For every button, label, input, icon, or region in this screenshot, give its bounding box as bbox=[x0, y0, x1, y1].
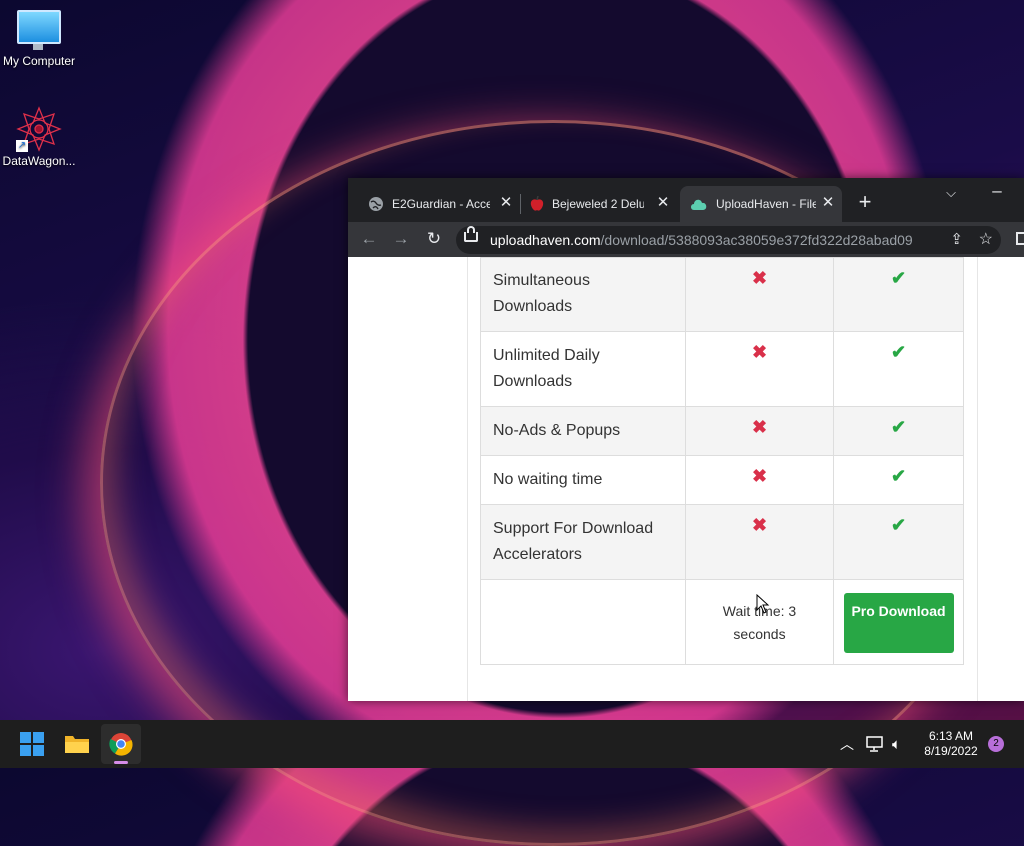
cross-icon: ✖ bbox=[751, 466, 768, 486]
cross-icon: ✖ bbox=[751, 417, 768, 437]
pro-download-cell: Pro Download bbox=[833, 579, 964, 665]
pro-cell: ✔ bbox=[833, 504, 964, 580]
apple-icon bbox=[530, 196, 544, 211]
cloud-icon bbox=[691, 199, 707, 210]
back-arrow-icon[interactable]: ← bbox=[358, 228, 380, 250]
pro-cell: ✔ bbox=[833, 455, 964, 505]
bookmark-star-icon[interactable]: ☆ bbox=[979, 229, 993, 249]
lock-icon bbox=[464, 226, 478, 242]
pro-cell: ✔ bbox=[833, 257, 964, 332]
desktop-icon-label: DataWagon... bbox=[2, 154, 76, 168]
new-tab-button[interactable]: + bbox=[854, 191, 876, 213]
check-icon: ✔ bbox=[890, 417, 907, 437]
tab-search-chevron-icon[interactable]: ⌵ bbox=[940, 182, 962, 204]
clock-date: 8/19/2022 bbox=[924, 744, 978, 758]
check-icon: ✔ bbox=[890, 466, 907, 486]
address-bar[interactable]: uploadhaven.com/download/5388093ac38059e… bbox=[456, 226, 1001, 254]
url-path: /download/5388093ac38059e372fd322d28abad… bbox=[600, 232, 913, 248]
check-icon: ✔ bbox=[890, 342, 907, 362]
table-row: Simultaneous Downloads ✖ ✔ bbox=[480, 257, 964, 332]
windows-logo-icon bbox=[20, 732, 44, 756]
pro-cell: ✔ bbox=[833, 331, 964, 407]
table-row: No waiting time ✖ ✔ bbox=[480, 455, 964, 505]
browser-window: E2Guardian - Acce ✕ Bejeweled 2 Delux ✕ … bbox=[348, 178, 1024, 701]
table-row: No-Ads & Popups ✖ ✔ bbox=[480, 406, 964, 456]
feature-cell: No waiting time bbox=[480, 455, 686, 505]
close-tab-icon[interactable]: ✕ bbox=[655, 195, 671, 211]
tab-title: E2Guardian - Acce bbox=[392, 197, 490, 211]
feature-cell: No-Ads & Popups bbox=[480, 406, 686, 456]
table-row: Support For Download Accelerators ✖ ✔ bbox=[480, 504, 964, 580]
feature-cell: Simultaneous Downloads bbox=[480, 257, 686, 332]
feature-cell: Support For Download Accelerators bbox=[480, 504, 686, 580]
show-hidden-icons-chevron-icon[interactable]: ︿ bbox=[840, 720, 854, 768]
url-domain: uploadhaven.com bbox=[490, 232, 601, 248]
check-icon: ✔ bbox=[890, 515, 907, 535]
network-icon[interactable] bbox=[866, 720, 886, 768]
comparison-table: Simultaneous Downloads ✖ ✔ Unlimited Dai… bbox=[480, 257, 964, 665]
monitor-icon bbox=[17, 10, 61, 50]
table-row: Unlimited Daily Downloads ✖ ✔ bbox=[480, 331, 964, 407]
shortcut-arrow-icon: ↗ bbox=[16, 140, 28, 152]
datawagon-icon: ↗ bbox=[16, 106, 62, 152]
close-tab-icon[interactable]: ✕ bbox=[820, 195, 836, 211]
start-button[interactable] bbox=[12, 724, 52, 764]
desktop-icon-my-computer[interactable]: My Computer bbox=[0, 10, 81, 68]
pro-cell: ✔ bbox=[833, 406, 964, 456]
browser-toolbar: ← → ↻ uploadhaven.com/download/5388093ac… bbox=[348, 222, 1024, 257]
feature-cell: Unlimited Daily Downloads bbox=[480, 331, 686, 407]
file-explorer-button[interactable] bbox=[57, 724, 97, 764]
close-tab-icon[interactable]: ✕ bbox=[498, 195, 514, 211]
clock-time: 6:13 AM bbox=[928, 729, 974, 743]
free-cell: ✖ bbox=[685, 257, 834, 332]
check-icon: ✔ bbox=[890, 268, 907, 288]
globe-icon bbox=[369, 197, 383, 211]
folder-icon bbox=[65, 736, 89, 753]
side-panel-icon[interactable] bbox=[1016, 232, 1024, 245]
reload-icon[interactable]: ↻ bbox=[423, 228, 445, 250]
empty-cell bbox=[480, 579, 686, 665]
tab-uploadhaven[interactable]: UploadHaven - File ✕ bbox=[680, 186, 842, 222]
page-content: Simultaneous Downloads ✖ ✔ Unlimited Dai… bbox=[348, 257, 1024, 701]
minimize-button[interactable]: – bbox=[986, 180, 1008, 202]
active-app-indicator bbox=[114, 761, 128, 764]
wait-cell: Wait time: 3 seconds bbox=[685, 579, 834, 665]
share-icon[interactable]: ⇪ bbox=[950, 230, 963, 248]
url-text: uploadhaven.com/download/5388093ac38059e… bbox=[490, 232, 913, 248]
tab-title: UploadHaven - File bbox=[716, 197, 816, 211]
free-cell: ✖ bbox=[685, 455, 834, 505]
tab-e2guardian[interactable]: E2Guardian - Acce ✕ bbox=[360, 186, 520, 222]
free-cell: ✖ bbox=[685, 504, 834, 580]
free-cell: ✖ bbox=[685, 406, 834, 456]
volume-icon[interactable]: 🔈︎ bbox=[892, 720, 901, 768]
chrome-icon bbox=[109, 733, 133, 756]
taskbar: ︿ 🔈︎ 6:13 AM 8/19/2022 2 bbox=[0, 720, 1024, 768]
table-row: Wait time: 3 seconds Pro Download bbox=[480, 579, 964, 665]
tab-separator bbox=[520, 194, 521, 214]
notification-badge[interactable]: 2 bbox=[988, 736, 1004, 752]
pro-download-button[interactable]: Pro Download bbox=[843, 593, 954, 653]
desktop-icon-datawagon[interactable]: ↗ DataWagon... bbox=[0, 106, 81, 168]
system-clock[interactable]: 6:13 AM 8/19/2022 bbox=[916, 729, 986, 759]
cross-icon: ✖ bbox=[751, 268, 768, 288]
tab-title: Bejeweled 2 Delux bbox=[552, 197, 644, 211]
tab-strip: E2Guardian - Acce ✕ Bejeweled 2 Delux ✕ … bbox=[348, 178, 1024, 222]
mouse-cursor-icon bbox=[756, 594, 770, 614]
desktop-icon-label: My Computer bbox=[2, 54, 76, 68]
chrome-taskbar-button[interactable] bbox=[101, 724, 141, 764]
free-cell: ✖ bbox=[685, 331, 834, 407]
forward-arrow-icon[interactable]: → bbox=[390, 228, 412, 250]
tab-bejeweled[interactable]: Bejeweled 2 Delux ✕ bbox=[522, 186, 677, 222]
cross-icon: ✖ bbox=[751, 342, 768, 362]
cross-icon: ✖ bbox=[751, 515, 768, 535]
